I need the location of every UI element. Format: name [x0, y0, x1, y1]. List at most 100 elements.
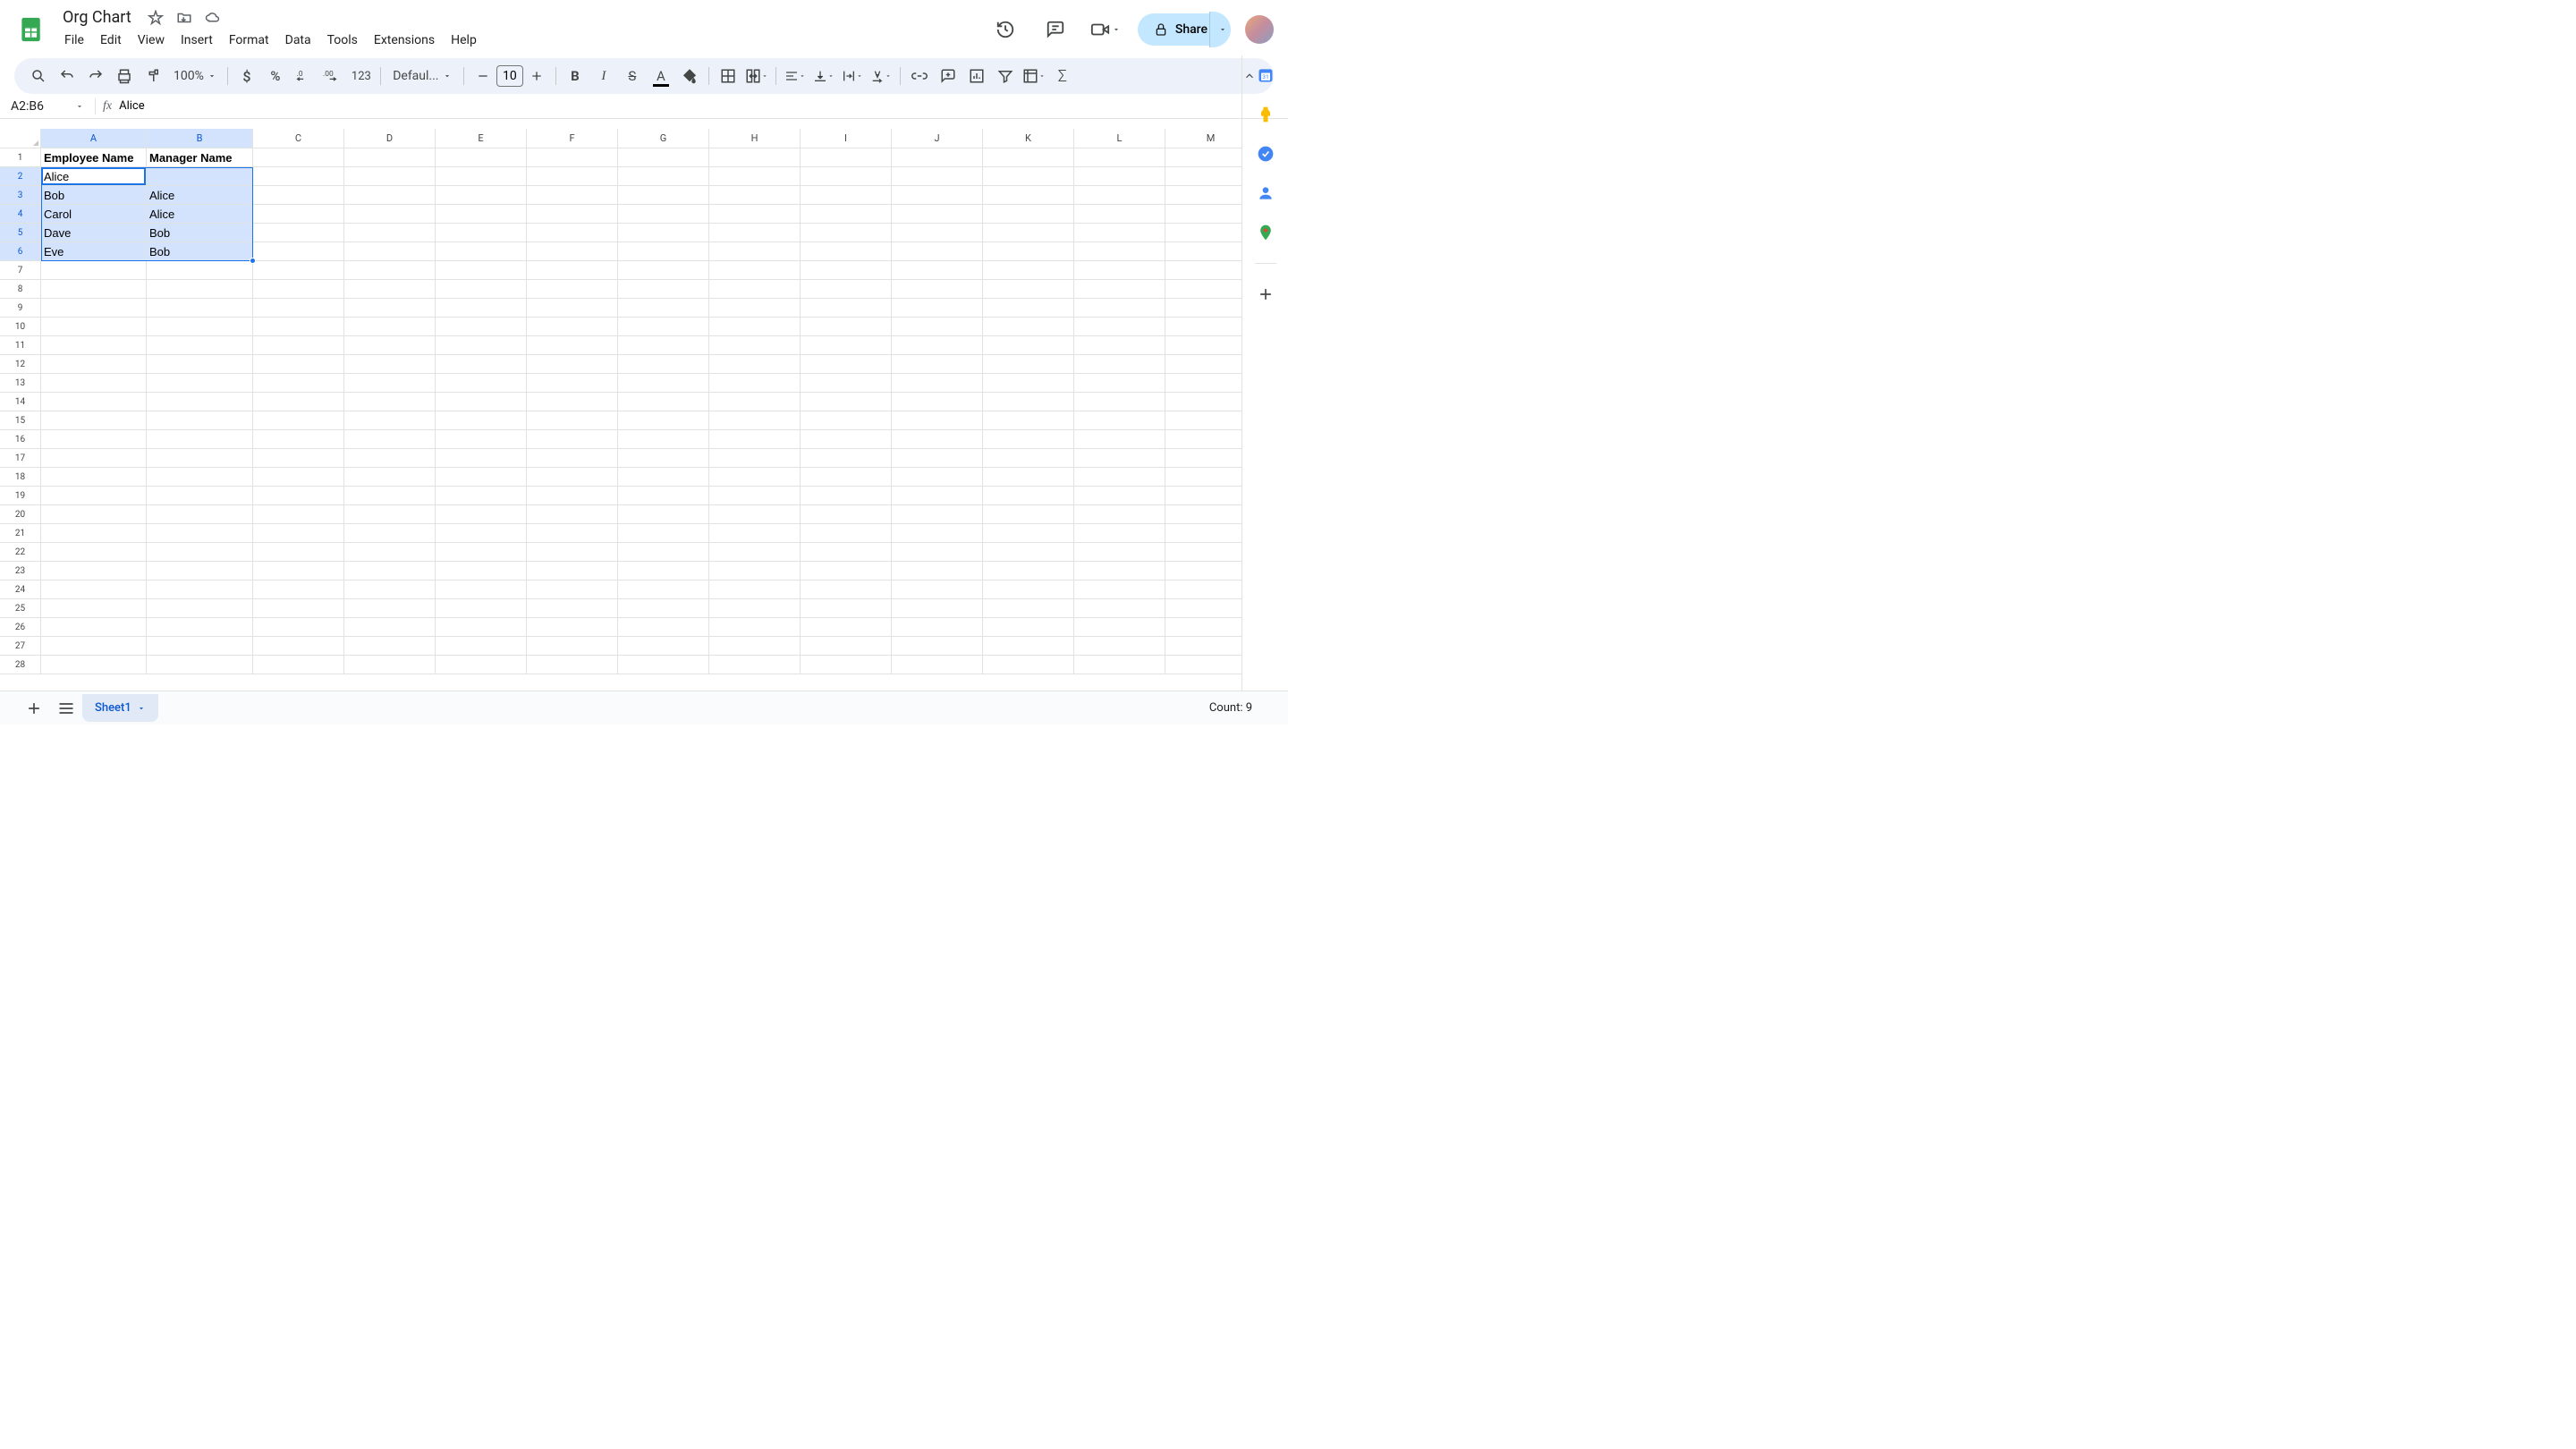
row-header[interactable]: 15: [0, 411, 41, 430]
cell[interactable]: [41, 656, 147, 674]
cell[interactable]: [344, 637, 436, 656]
cell[interactable]: [41, 637, 147, 656]
cell[interactable]: [1074, 186, 1165, 205]
cell[interactable]: [709, 393, 801, 411]
cell[interactable]: Bob: [147, 224, 253, 242]
cell[interactable]: [892, 336, 983, 355]
move-icon[interactable]: [176, 10, 192, 26]
cell[interactable]: [344, 318, 436, 336]
cell[interactable]: [1074, 524, 1165, 543]
cell[interactable]: [709, 580, 801, 599]
cell[interactable]: [147, 411, 253, 430]
cell[interactable]: [527, 656, 618, 674]
keep-icon[interactable]: [1257, 106, 1275, 123]
increase-decimal-icon[interactable]: .00: [319, 63, 346, 89]
cell[interactable]: [1074, 242, 1165, 261]
cell[interactable]: [344, 543, 436, 562]
cell[interactable]: [801, 186, 892, 205]
cell[interactable]: [344, 242, 436, 261]
cell[interactable]: [983, 468, 1074, 487]
cell[interactable]: [983, 280, 1074, 299]
italic-icon[interactable]: I: [590, 63, 617, 89]
row-header[interactable]: 25: [0, 599, 41, 618]
cell[interactable]: [344, 656, 436, 674]
cell[interactable]: [436, 355, 527, 374]
cell[interactable]: [1074, 562, 1165, 580]
cell[interactable]: [1074, 618, 1165, 637]
cell[interactable]: [892, 261, 983, 280]
cell[interactable]: [1074, 487, 1165, 505]
cell[interactable]: [527, 393, 618, 411]
cell[interactable]: [344, 355, 436, 374]
cell[interactable]: [436, 505, 527, 524]
cell[interactable]: [527, 355, 618, 374]
cell[interactable]: [344, 430, 436, 449]
cell[interactable]: [618, 580, 709, 599]
cell[interactable]: [147, 637, 253, 656]
cell[interactable]: [1165, 505, 1241, 524]
cell[interactable]: [41, 599, 147, 618]
cell[interactable]: [983, 411, 1074, 430]
cell[interactable]: [801, 449, 892, 468]
cell[interactable]: [1074, 449, 1165, 468]
cell[interactable]: [892, 205, 983, 224]
cell[interactable]: [801, 487, 892, 505]
redo-icon[interactable]: [82, 63, 109, 89]
vertical-align-icon[interactable]: [810, 63, 837, 89]
cell[interactable]: [436, 261, 527, 280]
meet-button[interactable]: [1088, 12, 1123, 47]
cell[interactable]: [983, 505, 1074, 524]
cell[interactable]: [527, 580, 618, 599]
cell[interactable]: [618, 374, 709, 393]
cell[interactable]: [147, 393, 253, 411]
cell[interactable]: [801, 618, 892, 637]
cell[interactable]: [147, 430, 253, 449]
cell[interactable]: [892, 430, 983, 449]
row-header[interactable]: 14: [0, 393, 41, 411]
cell[interactable]: [618, 656, 709, 674]
col-header-c[interactable]: C: [253, 129, 344, 148]
cell[interactable]: [344, 205, 436, 224]
row-header[interactable]: 26: [0, 618, 41, 637]
cell[interactable]: [41, 468, 147, 487]
cell[interactable]: [1074, 355, 1165, 374]
cell[interactable]: [801, 299, 892, 318]
cell[interactable]: [436, 580, 527, 599]
paint-format-icon[interactable]: [140, 63, 166, 89]
cell[interactable]: [253, 468, 344, 487]
sheets-logo[interactable]: [14, 12, 50, 47]
cell[interactable]: [618, 449, 709, 468]
cell[interactable]: Alice: [41, 167, 147, 186]
cell[interactable]: [892, 562, 983, 580]
cell[interactable]: [436, 148, 527, 167]
cell[interactable]: [983, 261, 1074, 280]
cell[interactable]: [436, 299, 527, 318]
cell[interactable]: [892, 224, 983, 242]
cell[interactable]: [892, 599, 983, 618]
cell[interactable]: [1074, 374, 1165, 393]
cell[interactable]: [253, 186, 344, 205]
row-header[interactable]: 22: [0, 543, 41, 562]
formula-input[interactable]: Alice: [119, 99, 1288, 113]
cell[interactable]: [1165, 562, 1241, 580]
cell[interactable]: [253, 299, 344, 318]
cell[interactable]: [41, 487, 147, 505]
undo-icon[interactable]: [54, 63, 80, 89]
cell[interactable]: [344, 261, 436, 280]
cell[interactable]: [801, 411, 892, 430]
menu-format[interactable]: Format: [222, 30, 276, 51]
cell[interactable]: [41, 336, 147, 355]
cell[interactable]: [709, 261, 801, 280]
cell[interactable]: [253, 618, 344, 637]
cell[interactable]: [344, 580, 436, 599]
cell[interactable]: [618, 524, 709, 543]
cell[interactable]: [1165, 430, 1241, 449]
cell[interactable]: [892, 637, 983, 656]
cell[interactable]: [527, 148, 618, 167]
functions-icon[interactable]: Σ: [1049, 63, 1076, 89]
font-size-input[interactable]: [496, 65, 523, 87]
col-header-d[interactable]: D: [344, 129, 436, 148]
cell[interactable]: [344, 393, 436, 411]
decrease-decimal-icon[interactable]: .0: [291, 63, 318, 89]
cell[interactable]: [618, 318, 709, 336]
